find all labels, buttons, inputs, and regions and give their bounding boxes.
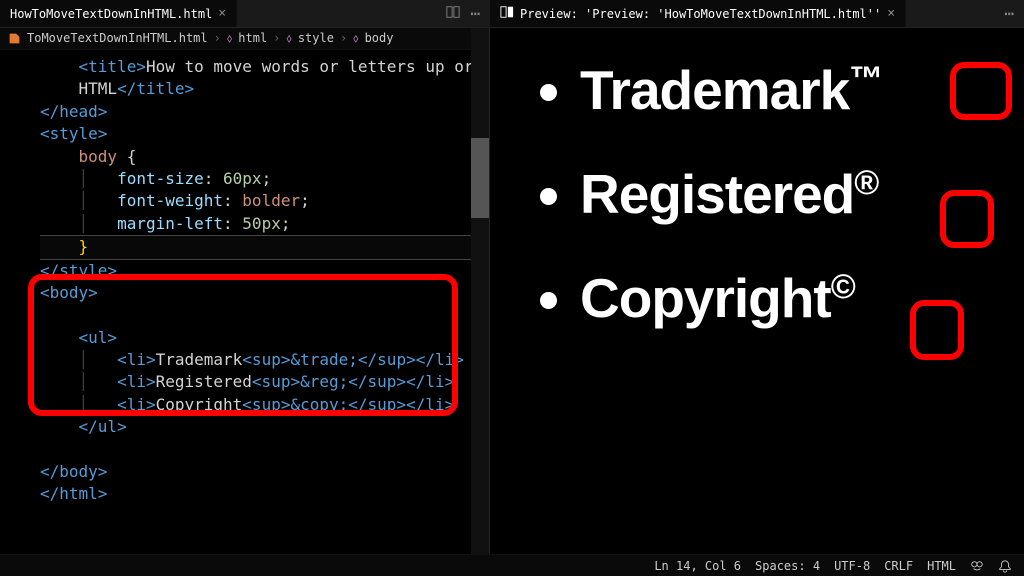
preview-icon xyxy=(500,5,514,22)
status-language[interactable]: HTML xyxy=(927,559,956,573)
status-eol[interactable]: CRLF xyxy=(884,559,913,573)
close-icon[interactable]: × xyxy=(218,6,226,21)
breadcrumb-file: ToMoveTextDownInHTML.html xyxy=(27,30,208,47)
preview-panel: Trademark™ Registered® Copyright© xyxy=(490,28,1024,554)
status-ln-col[interactable]: Ln 14, Col 6 xyxy=(654,559,741,573)
list-item: Trademark™ xyxy=(580,58,1014,122)
tab-editor-file[interactable]: HowToMoveTextDownInHTML.html × xyxy=(0,0,237,27)
tab-bar: HowToMoveTextDownInHTML.html × ⋯ Preview… xyxy=(0,0,1024,28)
breadcrumb-part: html xyxy=(238,30,267,47)
editor-content[interactable]: <title>How to move words or letters up o… xyxy=(0,50,489,512)
more-icon[interactable]: ⋯ xyxy=(1004,4,1014,23)
list-item: Registered® xyxy=(580,162,1014,226)
notifications-icon[interactable] xyxy=(998,559,1012,573)
close-icon[interactable]: × xyxy=(887,6,895,21)
minimap[interactable] xyxy=(471,28,489,554)
status-encoding[interactable]: UTF-8 xyxy=(834,559,870,573)
more-icon[interactable]: ⋯ xyxy=(470,4,480,23)
minimap-thumb[interactable] xyxy=(471,138,489,218)
preview-content: Trademark™ Registered® Copyright© xyxy=(490,28,1024,554)
split-editor-icon[interactable] xyxy=(446,4,460,23)
breadcrumb-part: style xyxy=(298,30,334,47)
breadcrumb[interactable]: ToMoveTextDownInHTML.html › ⬨ html › ⬨ s… xyxy=(0,28,489,50)
list-item: Copyright© xyxy=(580,266,1014,330)
tab-label: HowToMoveTextDownInHTML.html xyxy=(10,7,212,21)
chevron-right-icon: › xyxy=(340,30,347,47)
element-icon: ⬨ xyxy=(286,30,291,47)
status-spaces[interactable]: Spaces: 4 xyxy=(755,559,820,573)
tab-label: Preview: 'Preview: 'HowToMoveTextDownInH… xyxy=(520,7,881,21)
chevron-right-icon: › xyxy=(273,30,280,47)
file-icon xyxy=(8,32,21,45)
feedback-icon[interactable] xyxy=(970,559,984,573)
breadcrumb-part: body xyxy=(365,30,394,47)
element-icon: ⬨ xyxy=(353,30,358,47)
status-bar: Ln 14, Col 6 Spaces: 4 UTF-8 CRLF HTML xyxy=(0,554,1024,576)
tab-preview[interactable]: Preview: 'Preview: 'HowToMoveTextDownInH… xyxy=(490,0,906,27)
element-icon: ⬨ xyxy=(227,30,232,47)
chevron-right-icon: › xyxy=(214,30,221,47)
code-editor[interactable]: ToMoveTextDownInHTML.html › ⬨ html › ⬨ s… xyxy=(0,28,490,554)
